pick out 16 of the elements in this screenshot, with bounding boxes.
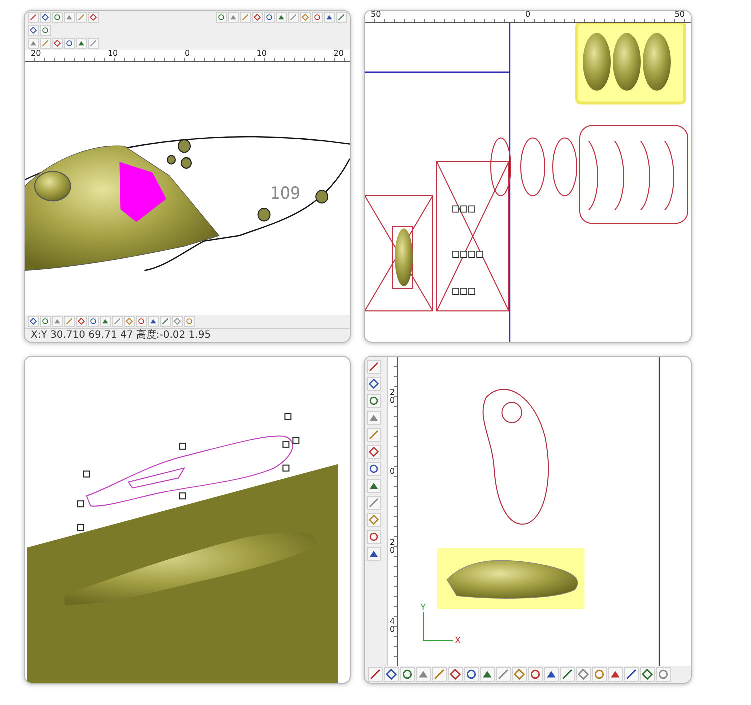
ruler-label: 10: [256, 50, 267, 60]
ruler-label: 20: [334, 50, 344, 60]
engraved-number: 109: [270, 184, 301, 204]
ruler-label: 10: [108, 50, 118, 60]
ruler-label: 20: [31, 50, 42, 60]
ruler-label: 0: [184, 50, 190, 60]
ruler-label: 0: [390, 468, 396, 476]
ruler-label: 50: [674, 11, 685, 21]
axis-label: Y: [420, 603, 426, 614]
ruler-label: 20: [390, 539, 396, 556]
ruler-label: 40: [390, 618, 396, 634]
ruler-label: 20: [390, 388, 396, 405]
axis-label: X: [455, 636, 462, 647]
ruler-label: 50: [371, 11, 382, 21]
ruler-label: 0: [525, 11, 531, 21]
status-bar: X:Y 30.710 69.71 47 高度:-0.02 1.95: [25, 328, 350, 342]
